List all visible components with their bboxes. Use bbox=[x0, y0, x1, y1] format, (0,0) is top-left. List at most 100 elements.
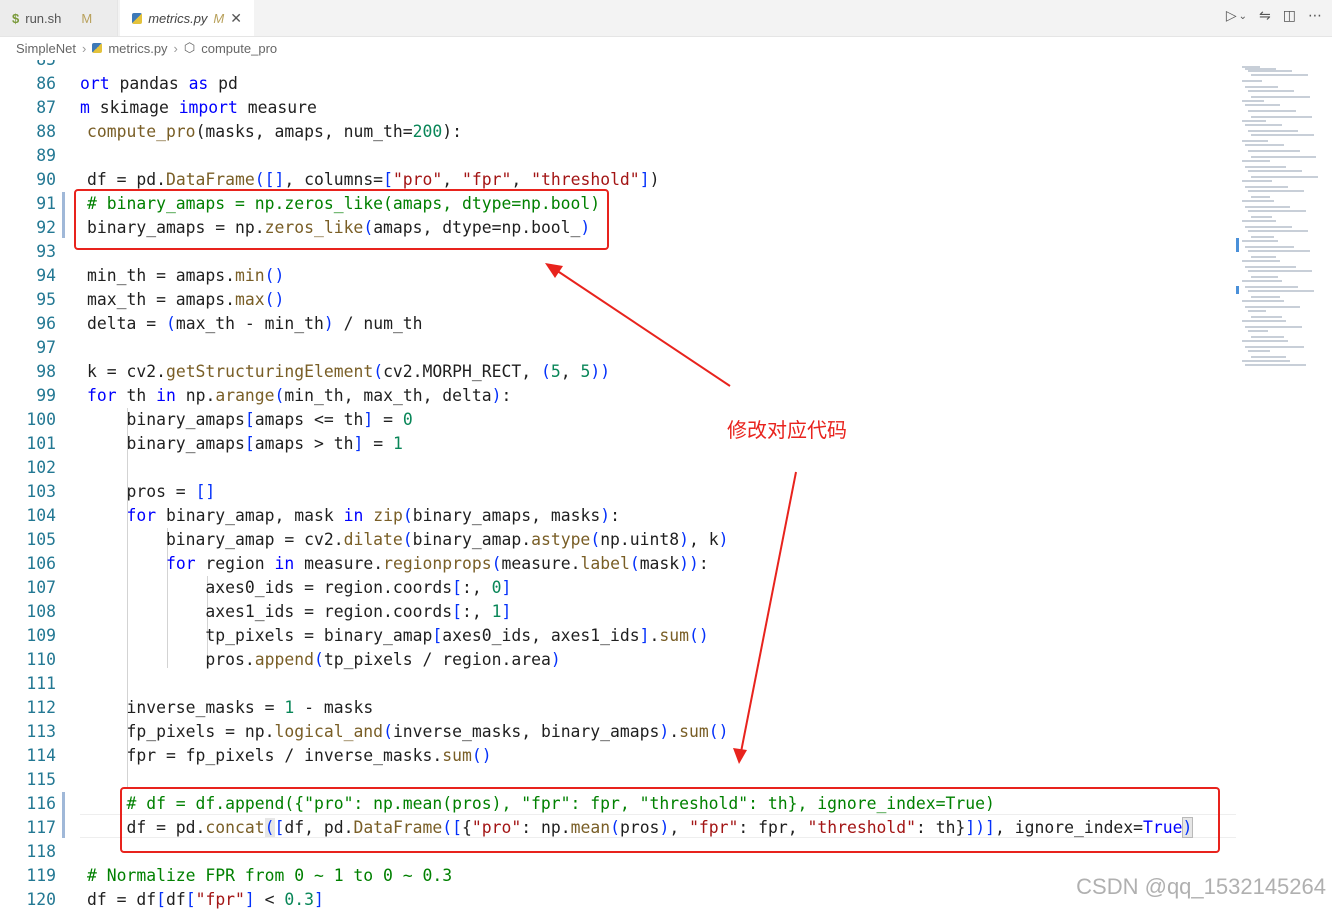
highlight-box-bool-change bbox=[74, 189, 609, 250]
code-line: 105 binary_amap = cv2.dilate(binary_amap… bbox=[0, 528, 1236, 552]
editor-actions: ▷ ⌄ ⇋ ◫ ⋯ bbox=[1226, 8, 1322, 24]
code-text: binary_amap = cv2.dilate(binary_amap.ast… bbox=[87, 530, 729, 549]
line-number: 111 bbox=[26, 674, 56, 693]
close-icon[interactable]: ✕ bbox=[230, 10, 242, 27]
breadcrumb-item[interactable]: SimpleNet bbox=[16, 41, 76, 56]
minimap-code-line bbox=[1245, 124, 1282, 126]
minimap-code-line bbox=[1245, 104, 1280, 106]
breadcrumb-item[interactable]: metrics.py bbox=[108, 41, 167, 56]
minimap-code-line bbox=[1245, 226, 1292, 228]
code-line: 95 max_th = amaps.max() bbox=[0, 288, 1236, 312]
code-line: 109 tp_pixels = binary_amap[axes0_ids, a… bbox=[0, 624, 1236, 648]
code-text: delta = (max_th - min_th) / num_th bbox=[87, 314, 423, 333]
code-line: 120 df = df[df["fpr"] < 0.3] bbox=[0, 888, 1236, 910]
chevron-right-icon: › bbox=[81, 40, 87, 56]
line-number: 107 bbox=[26, 578, 56, 597]
highlight-box-concat-change bbox=[120, 787, 1220, 853]
breadcrumb-item[interactable]: compute_pro bbox=[201, 41, 277, 56]
minimap-code-line bbox=[1242, 100, 1264, 102]
minimap-code-line bbox=[1242, 360, 1290, 362]
annotation-label: 修改对应代码 bbox=[727, 418, 847, 442]
minimap-code-line bbox=[1248, 150, 1300, 152]
minimap-code-line bbox=[1251, 96, 1310, 98]
minimap-code-line bbox=[1251, 296, 1280, 298]
line-number: 91 bbox=[36, 194, 56, 213]
code-text: pros = [] bbox=[87, 482, 216, 501]
code-line: 106 for region in measure.regionprops(me… bbox=[0, 552, 1236, 576]
watermark: CSDN @qq_1532145264 bbox=[1076, 874, 1326, 899]
line-number: 115 bbox=[26, 770, 56, 789]
minimap-code-line bbox=[1248, 230, 1308, 232]
minimap-code-line bbox=[1248, 210, 1306, 212]
line-number: 105 bbox=[26, 530, 56, 549]
minimap-code-line bbox=[1248, 310, 1266, 312]
minimap-code-line bbox=[1251, 316, 1282, 318]
minimap-slider[interactable] bbox=[1236, 286, 1239, 294]
minimap-code-line bbox=[1245, 364, 1306, 366]
minimap-slider[interactable] bbox=[1236, 238, 1239, 252]
minimap-code-line bbox=[1248, 70, 1292, 72]
code-line: 119 # Normalize FPR from 0 ~ 1 to 0 ~ 0.3 bbox=[0, 864, 1236, 888]
code-text: for th in np.arange(min_th, max_th, delt… bbox=[87, 386, 512, 405]
code-text: binary_amaps[amaps > th] = 1 bbox=[87, 434, 403, 453]
minimap-code-line bbox=[1242, 240, 1278, 242]
breadcrumb: SimpleNet › metrics.py › ⬡ compute_pro bbox=[0, 37, 1332, 59]
compare-changes-icon[interactable]: ⇋ bbox=[1259, 8, 1271, 24]
code-line: 111 bbox=[0, 672, 1236, 696]
split-editor-icon[interactable]: ◫ bbox=[1283, 8, 1296, 24]
modified-badge: M bbox=[81, 10, 93, 26]
minimap[interactable] bbox=[1236, 60, 1332, 910]
line-number: 93 bbox=[36, 242, 56, 261]
code-line: 114 fpr = fp_pixels / inverse_masks.sum(… bbox=[0, 744, 1236, 768]
minimap-code-line bbox=[1245, 286, 1298, 288]
minimap-code-line bbox=[1242, 80, 1262, 82]
line-number: 99 bbox=[36, 386, 56, 405]
minimap-code-line bbox=[1242, 280, 1282, 282]
shell-file-icon: $ bbox=[12, 10, 20, 26]
python-file-icon bbox=[132, 12, 143, 24]
code-line: 102 bbox=[0, 456, 1236, 480]
code-line: 110 pros.append(tp_pixels / region.area) bbox=[0, 648, 1236, 672]
minimap-code-line bbox=[1251, 356, 1286, 358]
code-line: 94 min_th = amaps.min() bbox=[0, 264, 1236, 288]
code-line: 85 bbox=[0, 60, 1236, 72]
minimap-code-line bbox=[1248, 190, 1304, 192]
tab-run-sh[interactable]: $ run.sh M bbox=[0, 0, 118, 36]
line-number: 113 bbox=[26, 722, 56, 741]
code-text: inverse_masks = 1 - masks bbox=[87, 698, 374, 717]
code-line: 104 for binary_amap, mask in zip(binary_… bbox=[0, 504, 1236, 528]
line-number: 117 bbox=[26, 818, 56, 837]
code-line: 89 bbox=[0, 144, 1236, 168]
minimap-code-line bbox=[1251, 216, 1272, 218]
line-number: 114 bbox=[26, 746, 56, 765]
line-number: 118 bbox=[26, 842, 56, 861]
line-number: 106 bbox=[26, 554, 56, 573]
modified-badge: M bbox=[213, 10, 225, 26]
line-number: 92 bbox=[36, 218, 56, 237]
minimap-code-line bbox=[1242, 140, 1268, 142]
minimap-code-line bbox=[1242, 120, 1266, 122]
minimap-code-line bbox=[1242, 180, 1272, 182]
line-number: 103 bbox=[26, 482, 56, 501]
chevron-down-icon[interactable]: ⌄ bbox=[1239, 11, 1247, 24]
line-number: 87 bbox=[36, 98, 56, 117]
minimap-code-line bbox=[1251, 134, 1314, 136]
line-number: 112 bbox=[26, 698, 56, 717]
code-editor[interactable]: 85 86 ort pandas as pd 87 m skimage import… bbox=[0, 60, 1236, 910]
code-text: axes0_ids = region.coords[:, 0] bbox=[87, 578, 512, 597]
run-icon[interactable]: ▷ bbox=[1226, 8, 1237, 24]
code-line: 98 k = cv2.getStructuringElement(cv2.MORP… bbox=[0, 360, 1236, 384]
line-number: 89 bbox=[36, 146, 56, 165]
minimap-code-line bbox=[1248, 110, 1296, 112]
line-number: 88 bbox=[36, 122, 56, 141]
minimap-code-line bbox=[1242, 300, 1284, 302]
code-line: 88 compute_pro(masks, amaps, num_th=200): bbox=[0, 120, 1236, 144]
code-text: fp_pixels = np.logical_and(inverse_masks… bbox=[87, 722, 729, 741]
more-actions-icon[interactable]: ⋯ bbox=[1308, 8, 1322, 24]
editor-tab-bar: $ run.sh M metrics.py M ✕ ▷ ⌄ ⇋ ◫ ⋯ bbox=[0, 0, 1332, 37]
code-line: 112 inverse_masks = 1 - masks bbox=[0, 696, 1236, 720]
minimap-code-line bbox=[1242, 260, 1280, 262]
code-text: # Normalize FPR from 0 ~ 1 to 0 ~ 0.3 bbox=[87, 866, 453, 885]
minimap-code-line bbox=[1245, 86, 1278, 88]
tab-metrics-py[interactable]: metrics.py M ✕ bbox=[120, 0, 254, 36]
